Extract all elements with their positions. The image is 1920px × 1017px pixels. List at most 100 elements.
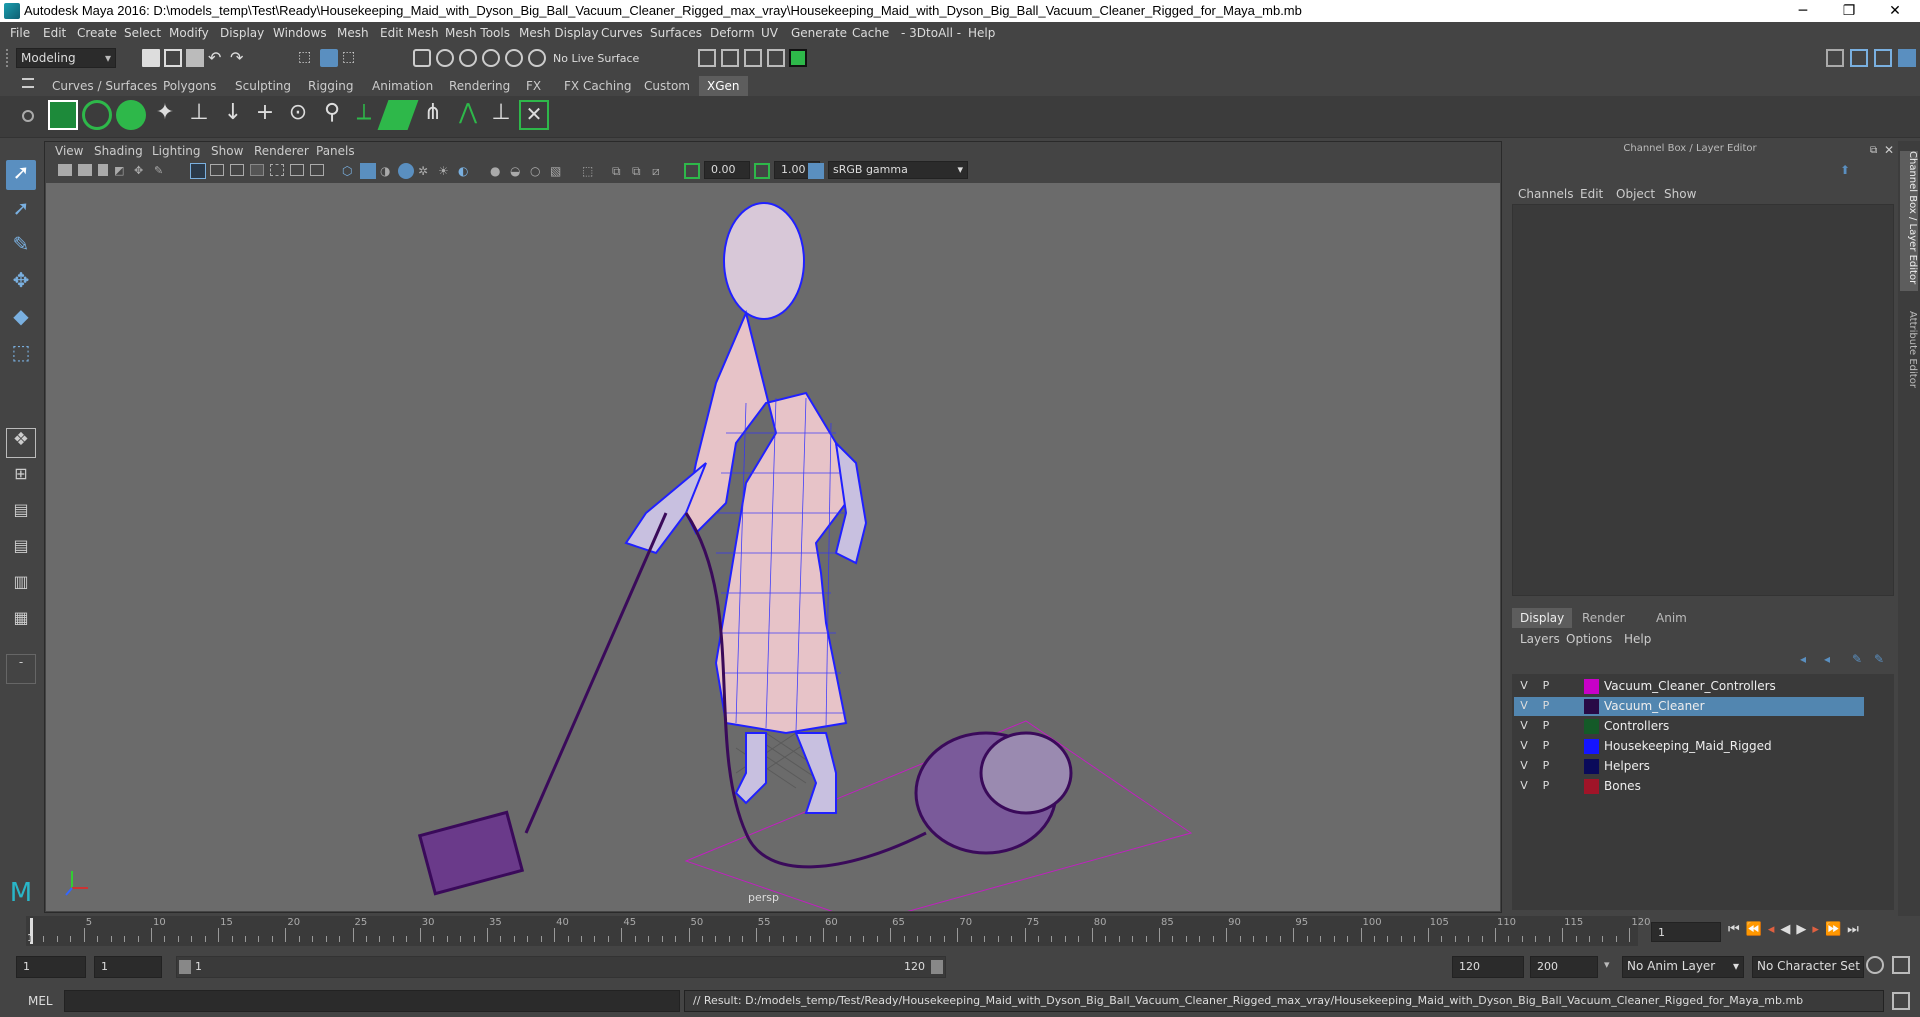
redo-icon[interactable]: ↷: [230, 49, 248, 67]
layer-display-type-toggle[interactable]: [1560, 698, 1576, 714]
xgen-preview-icon[interactable]: [82, 100, 112, 130]
image-plane-icon[interactable]: ◩: [114, 164, 128, 177]
xgen-interactive-groom-icon[interactable]: ⋀: [453, 100, 483, 130]
layer-color-swatch[interactable]: [1584, 739, 1599, 754]
tab-curves-surfaces[interactable]: Curves / Surfaces: [44, 76, 165, 96]
tab-sculpting[interactable]: Sculpting: [227, 76, 299, 96]
snap-curve-icon[interactable]: [436, 49, 454, 67]
channel-box-area[interactable]: [1512, 204, 1894, 596]
cb-menu-show[interactable]: Show: [1664, 187, 1696, 201]
step-forward-key-icon[interactable]: ⏩: [1825, 922, 1847, 937]
menu-create[interactable]: Create: [77, 26, 117, 40]
menu-mesh[interactable]: Mesh: [337, 26, 369, 40]
cb-menu-edit[interactable]: Edit: [1580, 187, 1603, 201]
menu-edit-mesh[interactable]: Edit Mesh: [380, 26, 439, 40]
layer-visibility-toggle[interactable]: V: [1516, 738, 1532, 754]
xgen-editor-icon[interactable]: [48, 100, 78, 130]
snap-vertex-icon[interactable]: [528, 49, 546, 67]
tab-polygons[interactable]: Polygons: [155, 76, 224, 96]
layer-row[interactable]: V P Bones: [1514, 777, 1864, 796]
current-frame-field[interactable]: 1: [1651, 922, 1721, 942]
render-current-icon[interactable]: [721, 49, 739, 67]
2d-pan-icon[interactable]: ✥: [134, 164, 148, 177]
mode-selector[interactable]: Modeling ▾: [16, 48, 116, 68]
layout-menu-icon[interactable]: -: [6, 654, 36, 684]
menu-mesh-tools[interactable]: Mesh Tools: [445, 26, 510, 40]
xgen-layer-icon[interactable]: [377, 100, 419, 130]
auto-key-icon[interactable]: [1866, 956, 1884, 974]
textured-icon[interactable]: ✲: [418, 164, 432, 178]
open-scene-icon[interactable]: [164, 49, 182, 67]
layer-playback-toggle[interactable]: P: [1538, 718, 1554, 734]
anim-layer-dropdown[interactable]: No Anim Layer ▾: [1622, 956, 1744, 978]
xgen-grow-icon[interactable]: ⟂: [349, 100, 379, 130]
safe-title-icon[interactable]: [310, 164, 324, 176]
shelf-menu-icon[interactable]: [22, 78, 34, 88]
color-space-dropdown[interactable]: sRGB gamma ▾: [828, 161, 968, 179]
field-chart-icon[interactable]: [270, 164, 284, 176]
tab-rigging[interactable]: Rigging: [300, 76, 361, 96]
character-set-dropdown[interactable]: No Character Set: [1752, 956, 1864, 978]
play-forwards-icon[interactable]: ▶: [1796, 922, 1812, 937]
lasso-tool-icon[interactable]: ➚: [6, 196, 36, 226]
layer-row[interactable]: V P Controllers: [1514, 717, 1864, 736]
tab-render[interactable]: Render: [1574, 608, 1633, 628]
end-time-field[interactable]: 200: [1530, 956, 1598, 978]
layer-menu-options[interactable]: Options: [1566, 632, 1612, 646]
layer-display-type-toggle[interactable]: [1560, 758, 1576, 774]
menu-surfaces[interactable]: Surfaces: [650, 26, 702, 40]
wireframe-icon[interactable]: ⬡: [342, 164, 356, 178]
safe-action-icon[interactable]: [290, 164, 304, 176]
tab-fx[interactable]: FX: [518, 76, 549, 96]
menu-edit[interactable]: Edit: [43, 26, 66, 40]
menu-modify[interactable]: Modify: [169, 26, 209, 40]
float-panel-icon[interactable]: ⧉: [1870, 145, 1877, 156]
film-gate-icon[interactable]: [210, 164, 224, 176]
persp-graph-icon[interactable]: ▤: [6, 536, 36, 566]
render-settings-icon[interactable]: [767, 49, 785, 67]
layer-menu-layers[interactable]: Layers: [1520, 632, 1560, 646]
layer-row[interactable]: V P Vacuum_Cleaner: [1514, 697, 1864, 716]
layer-playback-toggle[interactable]: P: [1538, 758, 1554, 774]
go-to-start-icon[interactable]: ⏮: [1728, 922, 1746, 937]
xray-active-icon[interactable]: ⧉: [632, 164, 646, 178]
vp-menu-show[interactable]: Show: [211, 144, 243, 158]
menu-deform[interactable]: Deform: [710, 26, 755, 40]
menu-help[interactable]: Help: [968, 26, 995, 40]
scale-tool-icon[interactable]: ⬚: [6, 340, 36, 370]
close-button[interactable]: ✕: [1872, 0, 1918, 22]
layer-visibility-toggle[interactable]: V: [1516, 698, 1532, 714]
xgen-place-guide-icon[interactable]: ↓: [218, 100, 248, 130]
channel-box-options-icon[interactable]: ⬆: [1840, 163, 1854, 177]
layer-color-swatch[interactable]: [1584, 779, 1599, 794]
shelf-settings-icon[interactable]: [22, 110, 34, 122]
range-end-handle[interactable]: [931, 960, 943, 974]
xray-joints-icon[interactable]: ⧉: [612, 164, 626, 178]
snap-view-icon[interactable]: [482, 49, 500, 67]
menu-select[interactable]: Select: [124, 26, 161, 40]
xgen-add-guide-icon[interactable]: ✦: [150, 100, 180, 130]
xgen-comb-icon[interactable]: ⋔: [418, 100, 448, 130]
layout-panels-icon[interactable]: [1874, 49, 1892, 67]
layer-display-type-toggle[interactable]: [1560, 778, 1576, 794]
menu-windows[interactable]: Windows: [273, 26, 327, 40]
new-layer-icon[interactable]: ✎: [1852, 652, 1862, 666]
side-tab-attribute-editor[interactable]: Attribute Editor: [1900, 311, 1918, 411]
layer-playback-toggle[interactable]: P: [1538, 778, 1554, 794]
layer-playback-toggle[interactable]: P: [1538, 738, 1554, 754]
xray-icon[interactable]: [398, 163, 414, 179]
xgen-add-point-icon[interactable]: +: [250, 100, 280, 130]
vp-menu-renderer[interactable]: Renderer: [254, 144, 309, 158]
rotate-tool-icon[interactable]: ◆: [6, 304, 36, 334]
menu-generate[interactable]: Generate: [791, 26, 847, 40]
gate-mask-icon[interactable]: [250, 164, 264, 176]
xgen-select-guide-icon[interactable]: ⊙: [283, 100, 313, 130]
range-slider[interactable]: 1 120: [176, 956, 946, 978]
xgen-delete-icon[interactable]: ✕: [519, 100, 549, 130]
command-input[interactable]: [64, 990, 680, 1012]
shadows-icon[interactable]: ◐: [458, 164, 472, 178]
minimize-button[interactable]: ─: [1780, 0, 1826, 22]
go-to-end-icon[interactable]: ⏭: [1847, 922, 1865, 937]
layer-playback-toggle[interactable]: P: [1538, 698, 1554, 714]
tab-fx-caching[interactable]: FX Caching: [556, 76, 639, 96]
